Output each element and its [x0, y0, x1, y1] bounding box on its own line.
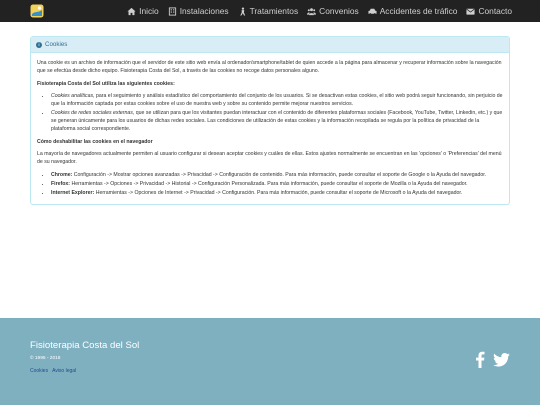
cookie-type-term: Cookies analíticas,: [51, 93, 95, 99]
main-nav: Inicio Instalaciones Tratamientos Conven…: [127, 0, 512, 22]
panel-heading: i Cookies: [31, 37, 509, 53]
uses-heading: Fisioterapia Costa del Sol utiliza las s…: [37, 81, 175, 87]
nav-label: Convenios: [319, 6, 359, 16]
list-item: Cookies de redes sociales externas, que …: [51, 109, 503, 133]
panel-body: Una cookie es un archivo de información …: [31, 53, 509, 204]
nav-item-instalaciones[interactable]: Instalaciones: [168, 6, 229, 16]
car-icon: [368, 7, 377, 16]
panel-title: Cookies: [45, 41, 68, 48]
nav-item-tratamientos[interactable]: Tratamientos: [238, 6, 299, 16]
footer-links: Cookies Aviso legal: [30, 368, 76, 374]
list-item: Chrome: Configuración -> Mostrar opcione…: [51, 171, 503, 179]
twitter-icon[interactable]: [493, 352, 510, 367]
brand-logo[interactable]: [30, 4, 44, 18]
users-icon: [307, 7, 317, 16]
uses-list: Cookies analíticas, para el seguimiento …: [51, 92, 503, 133]
nav-label: Contacto: [478, 6, 512, 16]
browser-instructions: Herramientas -> Opciones -> Privacidad -…: [70, 181, 468, 187]
home-icon: [127, 7, 136, 16]
building-icon: [168, 6, 177, 16]
footer-link-cookies[interactable]: Cookies: [30, 368, 48, 374]
disable-heading: Cómo deshabilitar las cookies en el nave…: [37, 139, 153, 145]
person-icon: [238, 6, 247, 16]
list-item: Cookies analíticas, para el seguimiento …: [51, 92, 503, 108]
browser-instructions: Herramientas -> Opciones de Internet -> …: [94, 190, 463, 196]
cookies-panel: i Cookies Una cookie es un archivo de in…: [30, 36, 510, 205]
cookie-type-term: Cookies de redes sociales externas,: [51, 110, 135, 116]
nav-label: Instalaciones: [179, 6, 229, 16]
nav-item-contacto[interactable]: Contacto: [466, 6, 512, 16]
social-links: [475, 351, 510, 368]
nav-label: Accidentes de tráfico: [379, 6, 458, 16]
nav-label: Inicio: [139, 6, 159, 16]
list-item: Internet Explorer: Herramientas -> Opcio…: [51, 189, 503, 197]
nav-label: Tratamientos: [249, 6, 299, 16]
top-navbar: Inicio Instalaciones Tratamientos Conven…: [0, 0, 540, 22]
cookies-intro: Una cookie es un archivo de información …: [37, 60, 502, 74]
disable-intro: La mayoría de navegadores actualmente pe…: [37, 151, 502, 165]
nav-item-accidentes[interactable]: Accidentes de tráfico: [368, 6, 458, 16]
footer-title: Fisioterapia Costa del Sol: [30, 340, 140, 351]
footer-copyright: © 1995 - 2018: [30, 356, 61, 361]
list-item: Firefox: Herramientas -> Opciones -> Pri…: [51, 180, 503, 188]
facebook-icon[interactable]: [475, 351, 485, 368]
site-footer: Fisioterapia Costa del Sol © 1995 - 2018…: [0, 318, 540, 405]
browser-instructions: Configuración -> Mostrar opciones avanza…: [72, 172, 487, 178]
browser-name: Internet Explorer:: [51, 190, 95, 196]
browsers-list: Chrome: Configuración -> Mostrar opcione…: [51, 171, 503, 197]
footer-link-aviso-legal[interactable]: Aviso legal: [52, 368, 76, 374]
envelope-icon: [466, 7, 476, 16]
browser-name: Firefox:: [51, 181, 71, 187]
browser-name: Chrome:: [51, 172, 73, 178]
nav-item-inicio[interactable]: Inicio: [127, 6, 159, 16]
cookie-type-text: para el seguimiento y análisis estadísti…: [51, 93, 503, 107]
nav-item-convenios[interactable]: Convenios: [307, 6, 359, 16]
info-circle-icon: i: [36, 41, 42, 48]
